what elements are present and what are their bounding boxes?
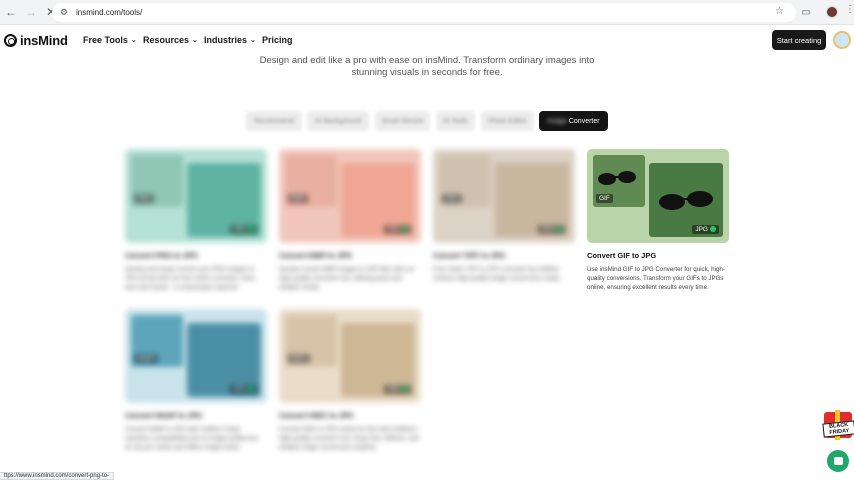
tab-smart-resize[interactable]: Smart Resize bbox=[375, 111, 430, 131]
output-format-label: JPG bbox=[387, 226, 400, 233]
chat-support-button[interactable] bbox=[827, 450, 849, 472]
intro-text: Design and edit like a pro with ease on … bbox=[259, 55, 595, 78]
card-description: Quickly and easily convert your PNG imag… bbox=[125, 266, 255, 291]
output-format-label: JPG bbox=[233, 226, 246, 233]
card-description: Free online TIFF to JPG converter by ins… bbox=[433, 266, 561, 282]
card-thumbnail[interactable]: GIF JPG bbox=[587, 149, 729, 243]
converter-card[interactable]: GIF JPG Convert GIF to JPG Use insMind GIF … bbox=[587, 149, 729, 292]
converter-card[interactable]: TIFF JPG Convert TIFF to JPG Free online TI… bbox=[433, 149, 575, 283]
chevron-down-icon: ⌄ bbox=[130, 37, 137, 44]
output-format-tag: JPG bbox=[384, 225, 411, 234]
input-format-tag: PNG bbox=[134, 194, 155, 203]
input-format-tag: TIFF bbox=[442, 194, 462, 203]
card-title[interactable]: Convert HEIC to JPG bbox=[279, 411, 421, 420]
black-friday-gift-badge[interactable]: BLACK FRIDAY bbox=[820, 408, 854, 442]
address-bar-url[interactable]: insmind.com/tools/ bbox=[76, 8, 142, 17]
input-format-tag: BMP bbox=[288, 194, 309, 203]
input-format-tag: WebP bbox=[134, 354, 158, 363]
card-text: Convert GIF to JPG Use insMind GIF to JPG… bbox=[587, 251, 729, 292]
site-header: insMind Free Tools ⌄ Resources ⌄ Industrie… bbox=[0, 26, 854, 54]
card-title[interactable]: Convert BMP to JPG bbox=[279, 251, 421, 260]
check-dot-icon bbox=[402, 386, 408, 393]
browser-menu-icon[interactable]: ⋮ bbox=[845, 4, 854, 15]
tab-image-converter-label: Converter bbox=[568, 117, 600, 125]
nav-industries[interactable]: Industries ⌄ bbox=[204, 35, 256, 45]
output-format-label: JPG bbox=[387, 386, 400, 393]
insmind-logo[interactable]: insMind bbox=[4, 33, 68, 48]
forward-arrow-icon[interactable]: → bbox=[22, 3, 40, 21]
browser-profile-avatar[interactable] bbox=[826, 6, 838, 18]
nav-resources[interactable]: Resources ⌄ bbox=[143, 35, 198, 45]
tab-recommend[interactable]: Recommend bbox=[246, 111, 302, 131]
sunglasses-illustration bbox=[598, 171, 713, 210]
card-text: Convert TIFF to JPG Free online TIFF to J… bbox=[433, 251, 575, 283]
address-bar[interactable]: ⚙ insmind.com/tools/ ☆ bbox=[52, 3, 796, 22]
card-thumbnail[interactable]: BMP JPG bbox=[279, 149, 421, 243]
card-title[interactable]: Convert PNG to JPG bbox=[125, 251, 267, 260]
converter-card[interactable]: BMP JPG Convert BMP to JPG Quickly convert … bbox=[279, 149, 421, 292]
tool-category-tabs: Recommend AI Background Smart Resize AI … bbox=[0, 111, 854, 131]
output-format-tag: JPG bbox=[538, 225, 565, 234]
extensions-puzzle-icon[interactable]: ▭ bbox=[799, 5, 813, 19]
input-format-tag: HEIC bbox=[288, 354, 310, 363]
bookmark-star-icon[interactable]: ☆ bbox=[775, 6, 784, 17]
link-status-preview: ttps://www.insmind.com/convert-png-to- bbox=[0, 472, 115, 480]
site-settings-icon[interactable]: ⚙ bbox=[58, 7, 70, 19]
card-text: Convert PNG to JPG Quickly and easily con… bbox=[125, 251, 267, 292]
nav-pricing-label: Pricing bbox=[262, 35, 293, 45]
card-thumbnail[interactable]: TIFF JPG bbox=[433, 149, 575, 243]
card-title[interactable]: Convert GIF to JPG bbox=[587, 251, 729, 260]
output-format-tag: JPG bbox=[230, 385, 257, 394]
tab-photo-editor[interactable]: Photo Editor bbox=[481, 111, 534, 131]
nav-industries-label: Industries bbox=[204, 35, 248, 45]
card-description: Convert WebP to JPG with insMind. Enjoy … bbox=[125, 426, 259, 451]
check-dot-icon bbox=[556, 226, 562, 233]
card-description: Quickly convert BMP images to JPG files … bbox=[279, 266, 415, 291]
tab-ai-tools[interactable]: AI Tools bbox=[436, 111, 475, 131]
check-dot-icon bbox=[248, 386, 254, 393]
user-avatar[interactable] bbox=[833, 31, 851, 49]
card-title[interactable]: Convert TIFF to JPG bbox=[433, 251, 575, 260]
converter-card[interactable]: PNG JPG Convert PNG to JPG Quickly and easi… bbox=[125, 149, 267, 292]
card-thumbnail[interactable]: WebP JPG bbox=[125, 309, 267, 403]
chevron-down-icon: ⌄ bbox=[192, 37, 198, 44]
card-title[interactable]: Convert WebP to JPG bbox=[125, 411, 267, 420]
nav-free-tools[interactable]: Free Tools ⌄ bbox=[83, 35, 137, 45]
converter-card[interactable]: HEIC JPG Convert HEIC to JPG Convert HEIC t… bbox=[279, 309, 421, 452]
browser-toolbar: ← → ✕ ⚙ insmind.com/tools/ ☆ ▭ ⋮ bbox=[0, 0, 854, 25]
nav-resources-label: Resources bbox=[143, 35, 190, 45]
card-description: Use insMind GIF to JPG Converter for qui… bbox=[587, 266, 725, 291]
card-text: Convert BMP to JPG Quickly convert BMP im… bbox=[279, 251, 421, 292]
check-dot-icon bbox=[402, 226, 408, 233]
output-format-label: JPG bbox=[541, 226, 554, 233]
logo-text: insMind bbox=[20, 33, 68, 48]
output-format-tag: JPG bbox=[384, 385, 411, 394]
chevron-down-icon: ⌄ bbox=[250, 37, 256, 44]
nav-pricing[interactable]: Pricing bbox=[262, 35, 293, 45]
check-dot-icon bbox=[248, 226, 254, 233]
card-description: Convert HEIC to JPG online for free with… bbox=[279, 426, 419, 451]
insmind-logo-icon bbox=[4, 34, 17, 47]
nav-free-tools-label: Free Tools bbox=[83, 35, 128, 45]
tab-ai-background[interactable]: AI Background bbox=[307, 111, 369, 131]
card-thumbnail[interactable]: HEIC JPG bbox=[279, 309, 421, 403]
start-creating-button[interactable]: Start creating bbox=[772, 30, 826, 50]
converter-card[interactable]: WebP JPG Convert WebP to JPG Convert WebP t… bbox=[125, 309, 267, 452]
tab-image-converter-prefix: Image bbox=[547, 117, 567, 125]
output-format-label: JPG bbox=[233, 386, 246, 393]
card-thumbnail[interactable]: PNG JPG bbox=[125, 149, 267, 243]
card-text: Convert HEIC to JPG Convert HEIC to JPG o… bbox=[279, 411, 421, 452]
output-format-tag: JPG bbox=[230, 225, 257, 234]
card-text: Convert WebP to JPG Convert WebP to JPG w… bbox=[125, 411, 267, 452]
back-arrow-icon[interactable]: ← bbox=[2, 3, 20, 21]
tab-image-converter[interactable]: Image Converter bbox=[539, 111, 608, 131]
